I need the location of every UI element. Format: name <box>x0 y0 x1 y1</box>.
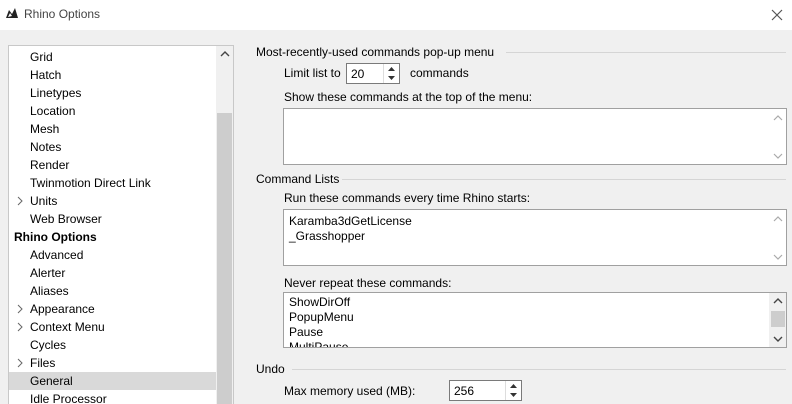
listbox-scrollbar[interactable] <box>769 293 786 347</box>
tree-item-label: General <box>30 374 73 388</box>
scrollbar-thumb[interactable] <box>217 113 232 404</box>
tree-item-label: Hatch <box>30 68 62 82</box>
tree-item-label: Render <box>30 158 70 172</box>
spin-up-icon[interactable] <box>384 64 399 74</box>
tree-item-hatch[interactable]: Hatch <box>9 66 217 84</box>
tree-item-label: Linetypes <box>30 86 82 100</box>
scroll-up-arrow-icon[interactable] <box>773 215 783 223</box>
never-repeat-item[interactable]: Pause <box>289 325 323 339</box>
max-memory-value[interactable]: 256 <box>454 384 474 398</box>
never-repeat-listbox[interactable]: ShowDirOff PopupMenu Pause MultiPause <box>283 292 787 348</box>
title-bar: Rhino Options <box>0 0 792 30</box>
spin-down-icon[interactable] <box>384 74 399 84</box>
tree-item-web-browser[interactable]: Web Browser <box>9 210 217 228</box>
window-title: Rhino Options <box>24 7 101 21</box>
startup-command-line: Karamba3dGetLicense <box>289 214 412 228</box>
limit-list-value[interactable]: 20 <box>351 67 364 81</box>
tree-item-label: Context Menu <box>30 320 105 334</box>
tree-item-notes[interactable]: Notes <box>9 138 217 156</box>
startup-commands-textbox[interactable]: Karamba3dGetLicense _Grasshopper <box>283 209 787 266</box>
rhino-app-icon <box>4 5 20 21</box>
expand-chevron-icon[interactable] <box>15 322 25 332</box>
scrollbar-thumb[interactable] <box>771 311 785 327</box>
expand-chevron-icon[interactable] <box>15 358 25 368</box>
never-repeat-item[interactable]: ShowDirOff <box>289 295 350 309</box>
scroll-up-arrow-icon[interactable] <box>773 114 783 122</box>
show-top-commands-textbox[interactable] <box>283 108 787 165</box>
tree-item-mesh[interactable]: Mesh <box>9 120 217 138</box>
command-lists-title: Command Lists <box>256 172 340 186</box>
max-memory-label: Max memory used (MB): <box>284 384 416 398</box>
limit-list-spinner[interactable]: 20 <box>346 63 400 84</box>
never-repeat-label: Never repeat these commands: <box>284 276 452 290</box>
tree-item-label: Location <box>30 104 76 118</box>
close-icon <box>771 9 783 21</box>
close-button[interactable] <box>762 0 792 30</box>
tree-item-advanced[interactable]: Advanced <box>9 246 217 264</box>
tree-item-linetypes[interactable]: Linetypes <box>9 84 217 102</box>
max-memory-spinner[interactable]: 256 <box>449 380 522 401</box>
tree-item-label: Rhino Options <box>14 230 97 244</box>
tree-item-general[interactable]: General <box>9 372 217 390</box>
startup-command-line: _Grasshopper <box>289 229 366 243</box>
tree-item-label: Alerter <box>30 266 66 280</box>
never-repeat-item[interactable]: PopupMenu <box>289 310 354 324</box>
tree-item-idle-processor[interactable]: Idle Processor <box>9 390 217 404</box>
undo-divider <box>292 369 786 370</box>
tree-item-label: Cycles <box>30 338 67 352</box>
tree-item-label: Web Browser <box>30 212 102 226</box>
tree-item-label: Files <box>30 356 56 370</box>
spin-up-icon[interactable] <box>506 381 521 391</box>
spin-down-icon[interactable] <box>506 391 521 401</box>
tree-item-rhino-options[interactable]: Rhino Options <box>9 228 217 246</box>
tree-item-cycles[interactable]: Cycles <box>9 336 217 354</box>
tree-item-grid[interactable]: Grid <box>9 48 217 66</box>
mru-section-title: Most-recently-used commands pop-up menu <box>256 45 495 59</box>
tree-item-label: Notes <box>30 140 62 154</box>
scroll-up-arrow-icon[interactable] <box>773 297 783 305</box>
scroll-down-arrow-icon[interactable] <box>773 152 783 160</box>
tree-item-label: Advanced <box>30 248 84 262</box>
tree-item-label: Grid <box>30 50 53 64</box>
expand-chevron-icon[interactable] <box>15 196 25 206</box>
tree-item-label: Aliases <box>30 284 69 298</box>
tree-item-location[interactable]: Location <box>9 102 217 120</box>
tree-item-files[interactable]: Files <box>9 354 217 372</box>
textbox-scrollbar[interactable] <box>769 109 786 164</box>
scroll-down-arrow-icon[interactable] <box>773 335 783 343</box>
tree-scrollbar[interactable] <box>216 46 233 404</box>
mru-divider <box>506 52 786 53</box>
tree-item-label: Units <box>30 194 58 208</box>
show-top-label: Show these commands at the top of the me… <box>284 90 533 104</box>
options-tree[interactable]: Grid Hatch Linetypes Location Mesh Notes… <box>8 45 234 404</box>
startup-commands-label: Run these commands every time Rhino star… <box>284 191 531 205</box>
textbox-scrollbar[interactable] <box>769 210 786 265</box>
tree-item-aliases[interactable]: Aliases <box>9 282 217 300</box>
tree-item-appearance[interactable]: Appearance <box>9 300 217 318</box>
limit-list-label: Limit list to <box>284 66 341 80</box>
tree-item-label: Idle Processor <box>30 392 107 404</box>
tree-item-label: Mesh <box>30 122 60 136</box>
tree-item-units[interactable]: Units <box>9 192 217 210</box>
command-lists-divider <box>342 179 786 180</box>
limit-list-suffix: commands <box>410 66 469 80</box>
tree-item-label: Appearance <box>30 302 95 316</box>
never-repeat-item[interactable]: MultiPause <box>289 340 348 347</box>
tree-item-context-menu[interactable]: Context Menu <box>9 318 217 336</box>
scroll-down-arrow-icon[interactable] <box>773 253 783 261</box>
tree-item-render[interactable]: Render <box>9 156 217 174</box>
undo-section-title: Undo <box>256 362 285 376</box>
expand-chevron-icon[interactable] <box>15 304 25 314</box>
tree-item-alerter[interactable]: Alerter <box>9 264 217 282</box>
tree-item-twinmotion[interactable]: Twinmotion Direct Link <box>9 174 217 192</box>
scroll-up-arrow-icon[interactable] <box>220 50 230 58</box>
tree-item-label: Twinmotion Direct Link <box>30 176 151 190</box>
